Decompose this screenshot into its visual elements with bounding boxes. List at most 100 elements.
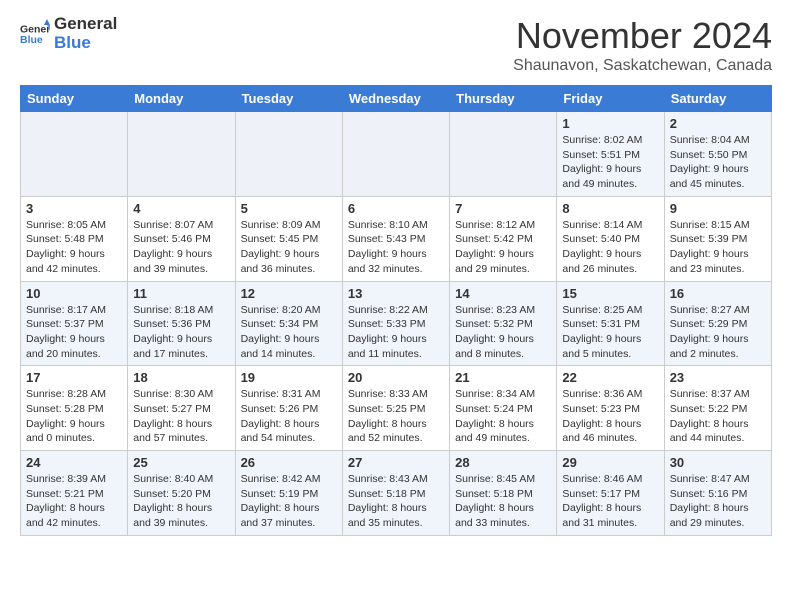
day-info: Sunrise: 8:33 AM Sunset: 5:25 PM Dayligh…: [348, 387, 444, 446]
logo-general: General: [54, 15, 117, 34]
day-number: 5: [241, 201, 337, 216]
day-number: 20: [348, 370, 444, 385]
day-number: 18: [133, 370, 229, 385]
day-number: 21: [455, 370, 551, 385]
day-number: 12: [241, 286, 337, 301]
day-number: 28: [455, 455, 551, 470]
day-info: Sunrise: 8:28 AM Sunset: 5:28 PM Dayligh…: [26, 387, 122, 446]
calendar-day-cell: 17Sunrise: 8:28 AM Sunset: 5:28 PM Dayli…: [21, 366, 128, 451]
location: Shaunavon, Saskatchewan, Canada: [513, 57, 772, 75]
day-info: Sunrise: 8:17 AM Sunset: 5:37 PM Dayligh…: [26, 303, 122, 362]
calendar-day-cell: 19 Sunrise: 8:31 AM Sunset: 5:26 PM Dayli…: [235, 366, 342, 451]
day-info: Sunrise: 8:04 AM Sunset: 5:50 PM Dayligh…: [670, 133, 766, 192]
calendar-day-cell: 28 Sunrise: 8:45 AM Sunset: 5:18 PM Dayli…: [450, 451, 557, 536]
calendar-day-cell: [21, 112, 128, 197]
calendar-week-row: 17Sunrise: 8:28 AM Sunset: 5:28 PM Dayli…: [21, 366, 772, 451]
day-info: Sunrise: 8:02 AM Sunset: 5:51 PM Dayligh…: [562, 133, 658, 192]
day-number: 1: [562, 116, 658, 131]
day-info: Sunrise: 8:46 AM Sunset: 5:17 PM Dayligh…: [562, 472, 658, 531]
calendar-day-cell: 16Sunrise: 8:27 AM Sunset: 5:29 PM Dayli…: [664, 281, 771, 366]
day-number: 30: [670, 455, 766, 470]
col-thursday: Thursday: [450, 86, 557, 112]
calendar-week-row: 24 Sunrise: 8:39 AM Sunset: 5:21 PM Dayli…: [21, 451, 772, 536]
calendar-day-cell: 14 Sunrise: 8:23 AM Sunset: 5:32 PM Dayli…: [450, 281, 557, 366]
calendar-day-cell: 30 Sunrise: 8:47 AM Sunset: 5:16 PM Dayli…: [664, 451, 771, 536]
calendar-day-cell: 29 Sunrise: 8:46 AM Sunset: 5:17 PM Dayli…: [557, 451, 664, 536]
calendar-day-cell: 20 Sunrise: 8:33 AM Sunset: 5:25 PM Dayli…: [342, 366, 449, 451]
day-info: Sunrise: 8:15 AM Sunset: 5:39 PM Dayligh…: [670, 218, 766, 277]
calendar-day-cell: 10 Sunrise: 8:17 AM Sunset: 5:37 PM Dayli…: [21, 281, 128, 366]
calendar-day-cell: 23Sunrise: 8:37 AM Sunset: 5:22 PM Dayli…: [664, 366, 771, 451]
day-number: 9: [670, 201, 766, 216]
calendar-day-cell: 8 Sunrise: 8:14 AM Sunset: 5:40 PM Daylig…: [557, 196, 664, 281]
day-info: Sunrise: 8:30 AM Sunset: 5:27 PM Dayligh…: [133, 387, 229, 446]
col-saturday: Saturday: [664, 86, 771, 112]
day-number: 19: [241, 370, 337, 385]
day-info: Sunrise: 8:20 AM Sunset: 5:34 PM Dayligh…: [241, 303, 337, 362]
day-info: Sunrise: 8:22 AM Sunset: 5:33 PM Dayligh…: [348, 303, 444, 362]
col-monday: Monday: [128, 86, 235, 112]
calendar-day-cell: 22Sunrise: 8:36 AM Sunset: 5:23 PM Dayli…: [557, 366, 664, 451]
calendar-day-cell: 25 Sunrise: 8:40 AM Sunset: 5:20 PM Dayli…: [128, 451, 235, 536]
col-tuesday: Tuesday: [235, 86, 342, 112]
calendar-day-cell: 27Sunrise: 8:43 AM Sunset: 5:18 PM Dayli…: [342, 451, 449, 536]
calendar-day-cell: 12 Sunrise: 8:20 AM Sunset: 5:34 PM Dayli…: [235, 281, 342, 366]
title-section: November 2024 Shaunavon, Saskatchewan, C…: [513, 15, 772, 75]
calendar-week-row: 1 Sunrise: 8:02 AM Sunset: 5:51 PM Daylig…: [21, 112, 772, 197]
calendar-header-row: Sunday Monday Tuesday Wednesday Thursday…: [21, 86, 772, 112]
day-info: Sunrise: 8:42 AM Sunset: 5:19 PM Dayligh…: [241, 472, 337, 531]
day-number: 7: [455, 201, 551, 216]
day-info: Sunrise: 8:14 AM Sunset: 5:40 PM Dayligh…: [562, 218, 658, 277]
day-info: Sunrise: 8:25 AM Sunset: 5:31 PM Dayligh…: [562, 303, 658, 362]
day-number: 14: [455, 286, 551, 301]
day-info: Sunrise: 8:40 AM Sunset: 5:20 PM Dayligh…: [133, 472, 229, 531]
page-container: General Blue General Blue November 2024 …: [0, 0, 792, 551]
logo: General Blue General Blue: [20, 15, 117, 52]
calendar-day-cell: 26Sunrise: 8:42 AM Sunset: 5:19 PM Dayli…: [235, 451, 342, 536]
day-number: 3: [26, 201, 122, 216]
col-friday: Friday: [557, 86, 664, 112]
day-number: 4: [133, 201, 229, 216]
day-info: Sunrise: 8:05 AM Sunset: 5:48 PM Dayligh…: [26, 218, 122, 277]
day-number: 11: [133, 286, 229, 301]
calendar-day-cell: 2Sunrise: 8:04 AM Sunset: 5:50 PM Daylig…: [664, 112, 771, 197]
day-info: Sunrise: 8:45 AM Sunset: 5:18 PM Dayligh…: [455, 472, 551, 531]
day-number: 10: [26, 286, 122, 301]
day-info: Sunrise: 8:07 AM Sunset: 5:46 PM Dayligh…: [133, 218, 229, 277]
calendar-day-cell: 24 Sunrise: 8:39 AM Sunset: 5:21 PM Dayli…: [21, 451, 128, 536]
calendar-day-cell: 9 Sunrise: 8:15 AM Sunset: 5:39 PM Daylig…: [664, 196, 771, 281]
calendar-day-cell: 13Sunrise: 8:22 AM Sunset: 5:33 PM Dayli…: [342, 281, 449, 366]
calendar-day-cell: 11Sunrise: 8:18 AM Sunset: 5:36 PM Dayli…: [128, 281, 235, 366]
day-info: Sunrise: 8:31 AM Sunset: 5:26 PM Dayligh…: [241, 387, 337, 446]
day-info: Sunrise: 8:12 AM Sunset: 5:42 PM Dayligh…: [455, 218, 551, 277]
day-number: 8: [562, 201, 658, 216]
day-number: 25: [133, 455, 229, 470]
calendar-week-row: 10 Sunrise: 8:17 AM Sunset: 5:37 PM Dayli…: [21, 281, 772, 366]
calendar-day-cell: 18 Sunrise: 8:30 AM Sunset: 5:27 PM Dayli…: [128, 366, 235, 451]
col-wednesday: Wednesday: [342, 86, 449, 112]
day-info: Sunrise: 8:34 AM Sunset: 5:24 PM Dayligh…: [455, 387, 551, 446]
day-info: Sunrise: 8:27 AM Sunset: 5:29 PM Dayligh…: [670, 303, 766, 362]
calendar-day-cell: 5Sunrise: 8:09 AM Sunset: 5:45 PM Daylig…: [235, 196, 342, 281]
day-info: Sunrise: 8:23 AM Sunset: 5:32 PM Dayligh…: [455, 303, 551, 362]
day-number: 15: [562, 286, 658, 301]
calendar-week-row: 3 Sunrise: 8:05 AM Sunset: 5:48 PM Daylig…: [21, 196, 772, 281]
calendar-day-cell: 21 Sunrise: 8:34 AM Sunset: 5:24 PM Dayli…: [450, 366, 557, 451]
day-info: Sunrise: 8:36 AM Sunset: 5:23 PM Dayligh…: [562, 387, 658, 446]
day-number: 29: [562, 455, 658, 470]
day-number: 24: [26, 455, 122, 470]
calendar-day-cell: 1 Sunrise: 8:02 AM Sunset: 5:51 PM Daylig…: [557, 112, 664, 197]
calendar-day-cell: 15 Sunrise: 8:25 AM Sunset: 5:31 PM Dayli…: [557, 281, 664, 366]
calendar-day-cell: [235, 112, 342, 197]
day-number: 6: [348, 201, 444, 216]
day-info: Sunrise: 8:39 AM Sunset: 5:21 PM Dayligh…: [26, 472, 122, 531]
calendar-day-cell: 6 Sunrise: 8:10 AM Sunset: 5:43 PM Daylig…: [342, 196, 449, 281]
day-number: 23: [670, 370, 766, 385]
day-info: Sunrise: 8:47 AM Sunset: 5:16 PM Dayligh…: [670, 472, 766, 531]
calendar-day-cell: 7 Sunrise: 8:12 AM Sunset: 5:42 PM Daylig…: [450, 196, 557, 281]
logo-icon: General Blue: [20, 19, 50, 49]
header: General Blue General Blue November 2024 …: [20, 15, 772, 75]
day-info: Sunrise: 8:10 AM Sunset: 5:43 PM Dayligh…: [348, 218, 444, 277]
day-info: Sunrise: 8:43 AM Sunset: 5:18 PM Dayligh…: [348, 472, 444, 531]
calendar-day-cell: 4 Sunrise: 8:07 AM Sunset: 5:46 PM Daylig…: [128, 196, 235, 281]
